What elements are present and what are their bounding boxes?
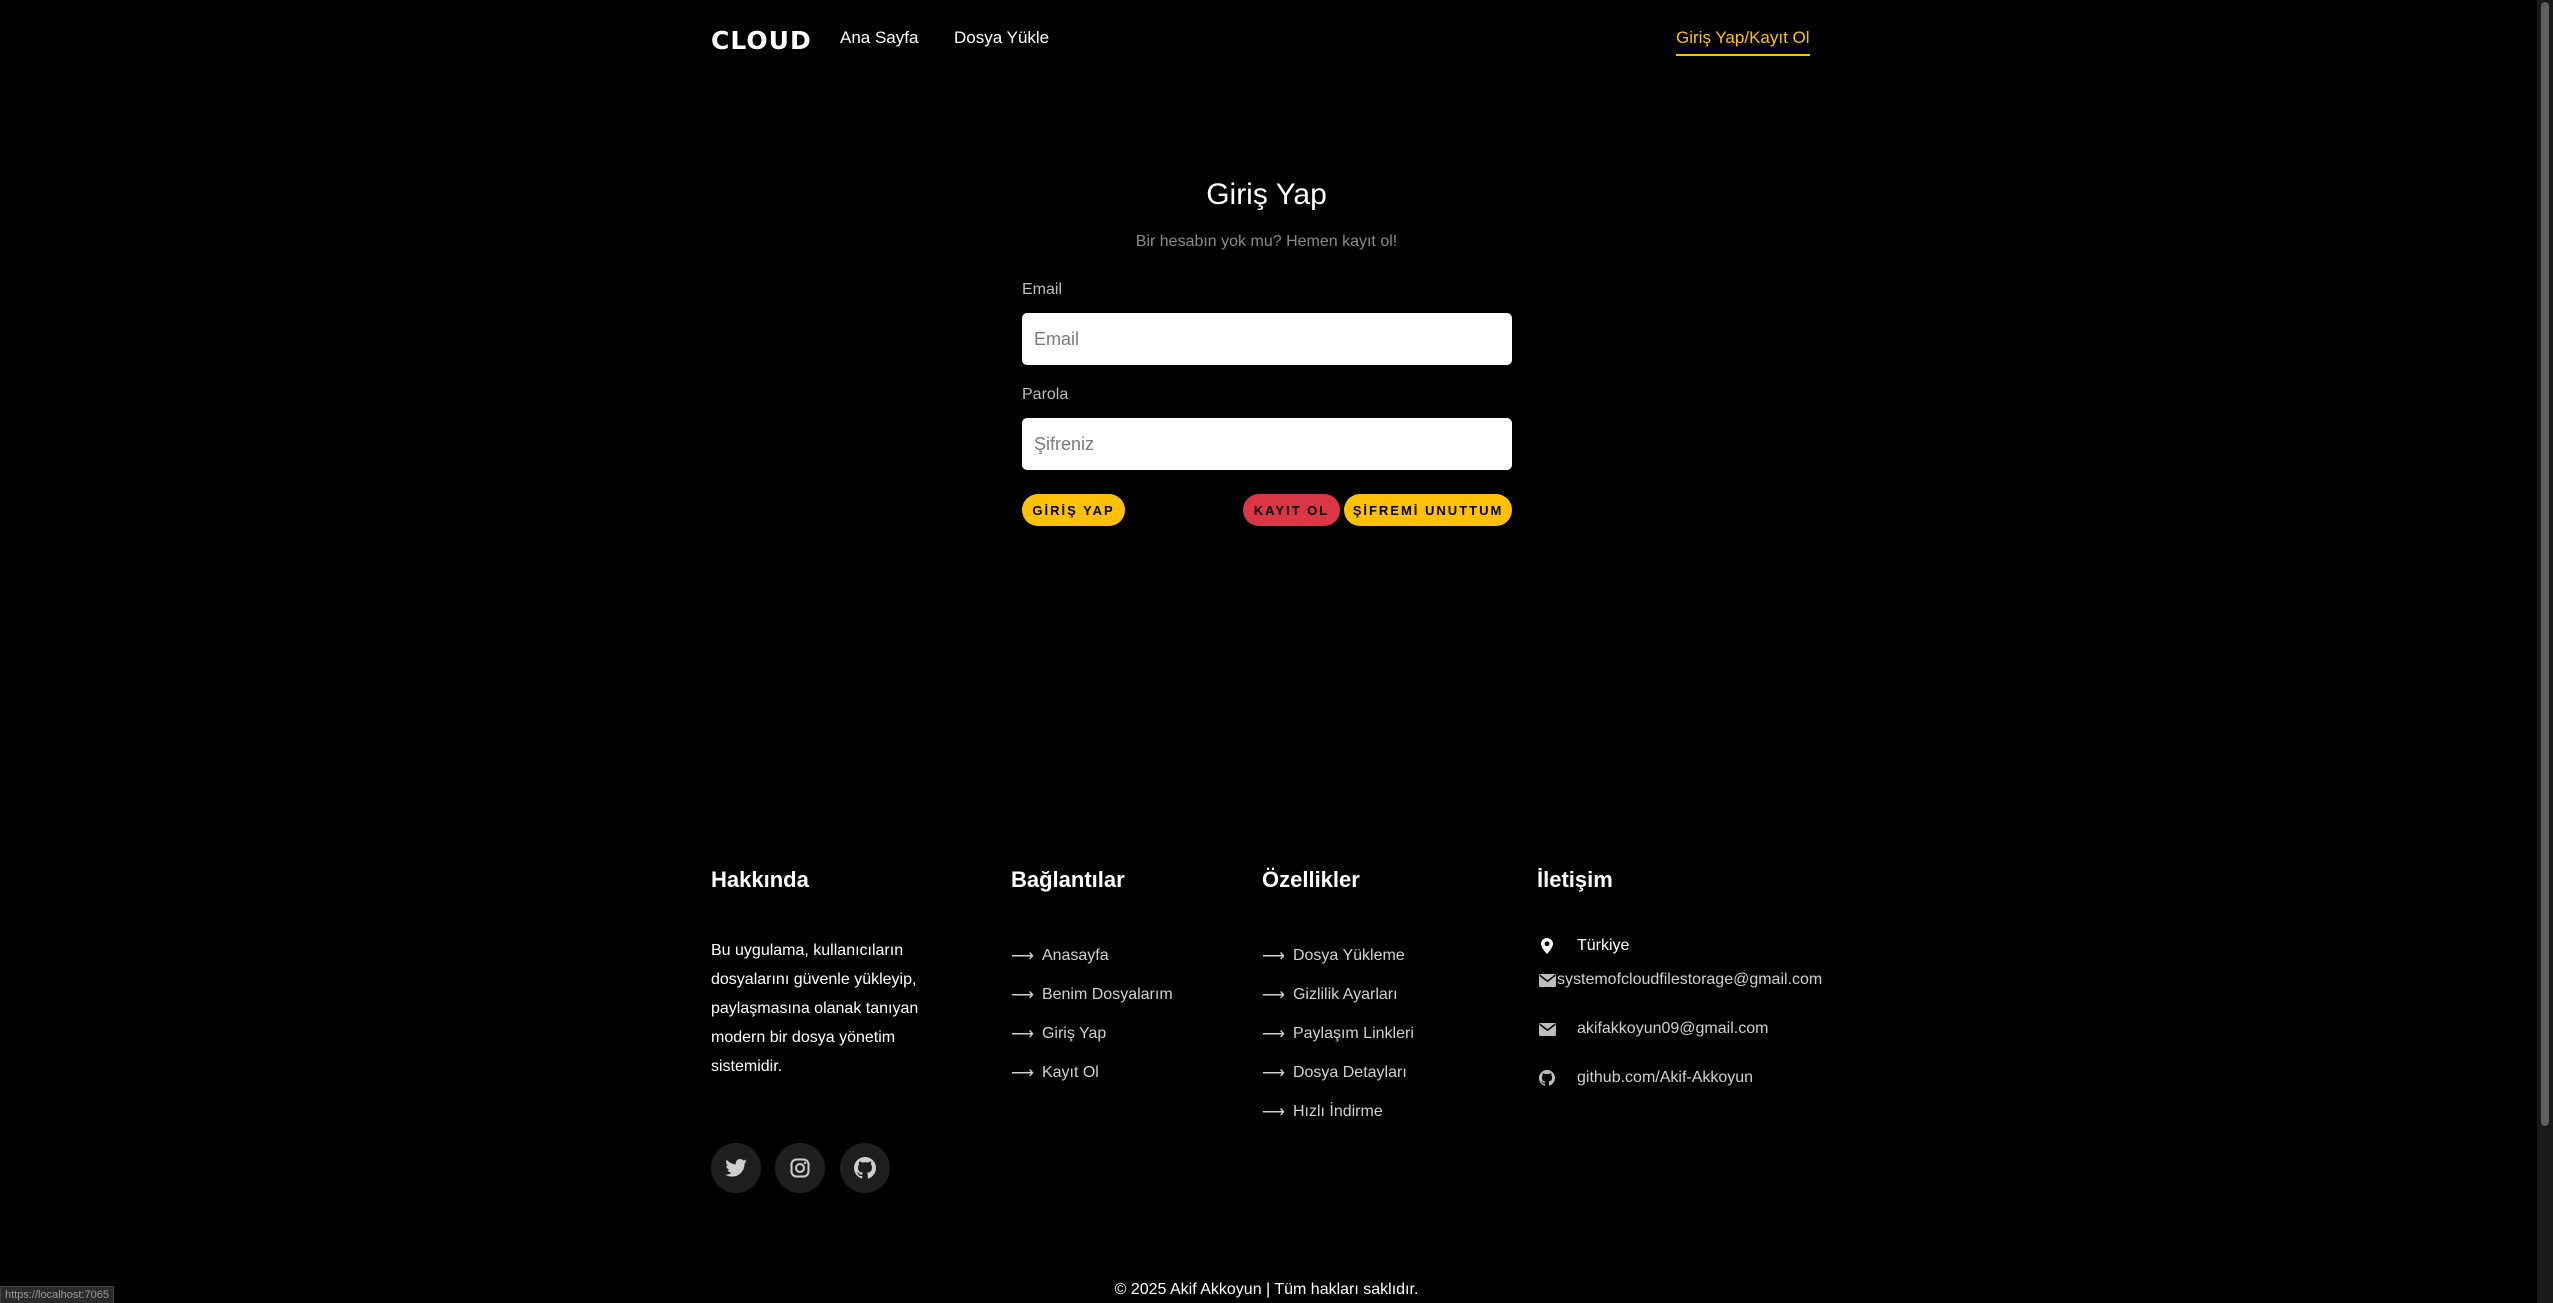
arrow-right-icon: ⟶ <box>1011 986 1034 1004</box>
footer-links-list: ⟶ Anasayfa ⟶ Benim Dosyalarım ⟶ Giriş Yap ⟶… <box>1011 936 1173 1092</box>
nav-home-link[interactable]: Ana Sayfa <box>840 28 918 48</box>
footer-link-register[interactable]: ⟶ Kayıt Ol <box>1011 1053 1173 1092</box>
footer-features-list: ⟶ Dosya Yükleme ⟶ Gizlilik Ayarları ⟶ Payla… <box>1262 936 1414 1131</box>
envelope-icon <box>1537 970 1557 990</box>
footer-about-heading: Hakkında <box>711 867 809 892</box>
password-label: Parola <box>1022 386 1069 403</box>
footer-link-home[interactable]: ⟶ Anasayfa <box>1011 936 1173 975</box>
footer-contact-heading: İletişim <box>1537 867 1613 892</box>
brand-logo[interactable]: CLOUD <box>711 26 812 55</box>
email-input[interactable] <box>1022 313 1512 365</box>
arrow-right-icon: ⟶ <box>1262 947 1285 965</box>
instagram-icon[interactable] <box>775 1143 825 1193</box>
login-subtitle: Bir hesabın yok mu? Hemen kayıt ol! <box>1135 233 1398 250</box>
github-icon <box>1537 1068 1557 1088</box>
footer-links-heading: Bağlantılar <box>1011 867 1125 892</box>
register-button[interactable]: KAYIT OL <box>1243 494 1340 526</box>
nav-upload-link[interactable]: Dosya Yükle <box>954 28 1049 48</box>
envelope-icon <box>1537 1019 1557 1039</box>
footer-link-login[interactable]: ⟶ Giriş Yap <box>1011 1014 1173 1053</box>
arrow-right-icon: ⟶ <box>1262 1064 1285 1082</box>
footer-about-text: Bu uygulama, kullanıcıların dosyalarını … <box>711 942 919 1075</box>
email-label: Email <box>1022 281 1063 298</box>
login-button[interactable]: GİRİŞ YAP <box>1022 494 1125 526</box>
footer-features-heading: Özellikler <box>1262 867 1360 892</box>
footer-feature-file-details[interactable]: ⟶ Dosya Detayları <box>1262 1053 1414 1092</box>
contact-email-system[interactable]: systemofcloudfilestorage@gmail.com <box>1537 970 1822 990</box>
arrow-right-icon: ⟶ <box>1011 947 1034 965</box>
password-input[interactable] <box>1022 418 1512 470</box>
arrow-right-icon: ⟶ <box>1011 1064 1034 1082</box>
login-title: Giriş Yap <box>1206 178 1327 211</box>
twitter-icon[interactable] <box>711 1143 761 1193</box>
footer-feature-share-links[interactable]: ⟶ Paylaşım Linkleri <box>1262 1014 1414 1053</box>
footer-link-my-files[interactable]: ⟶ Benim Dosyalarım <box>1011 975 1173 1014</box>
page: CLOUD Ana Sayfa Dosya Yükle Giriş Yap/Ka… <box>0 0 2553 1303</box>
arrow-right-icon: ⟶ <box>1262 1025 1285 1043</box>
copyright-text: © 2025 Akif Akkoyun | Tüm hakları saklıd… <box>1114 1281 1419 1298</box>
contact-github[interactable]: github.com/Akif-Akkoyun <box>1537 1068 1753 1088</box>
forgot-password-button[interactable]: ŞİFREMİ UNUTTUM <box>1344 494 1512 526</box>
contact-location: Türkiye <box>1537 936 1629 956</box>
footer-feature-fast-download[interactable]: ⟶ Hızlı İndirme <box>1262 1092 1414 1131</box>
map-pin-icon <box>1537 936 1557 956</box>
nav-login-register-link[interactable]: Giriş Yap/Kayıt Ol <box>1676 28 1810 56</box>
contact-email-personal[interactable]: akifakkoyun09@gmail.com <box>1537 1019 1768 1039</box>
status-bar-url: https://localhost:7065 <box>0 1286 114 1303</box>
scrollbar-thumb[interactable] <box>2541 2 2549 1126</box>
footer-feature-privacy[interactable]: ⟶ Gizlilik Ayarları <box>1262 975 1414 1014</box>
footer-feature-upload[interactable]: ⟶ Dosya Yükleme <box>1262 936 1414 975</box>
github-icon[interactable] <box>840 1143 890 1193</box>
arrow-right-icon: ⟶ <box>1011 1025 1034 1043</box>
arrow-right-icon: ⟶ <box>1262 1103 1285 1121</box>
arrow-right-icon: ⟶ <box>1262 986 1285 1004</box>
